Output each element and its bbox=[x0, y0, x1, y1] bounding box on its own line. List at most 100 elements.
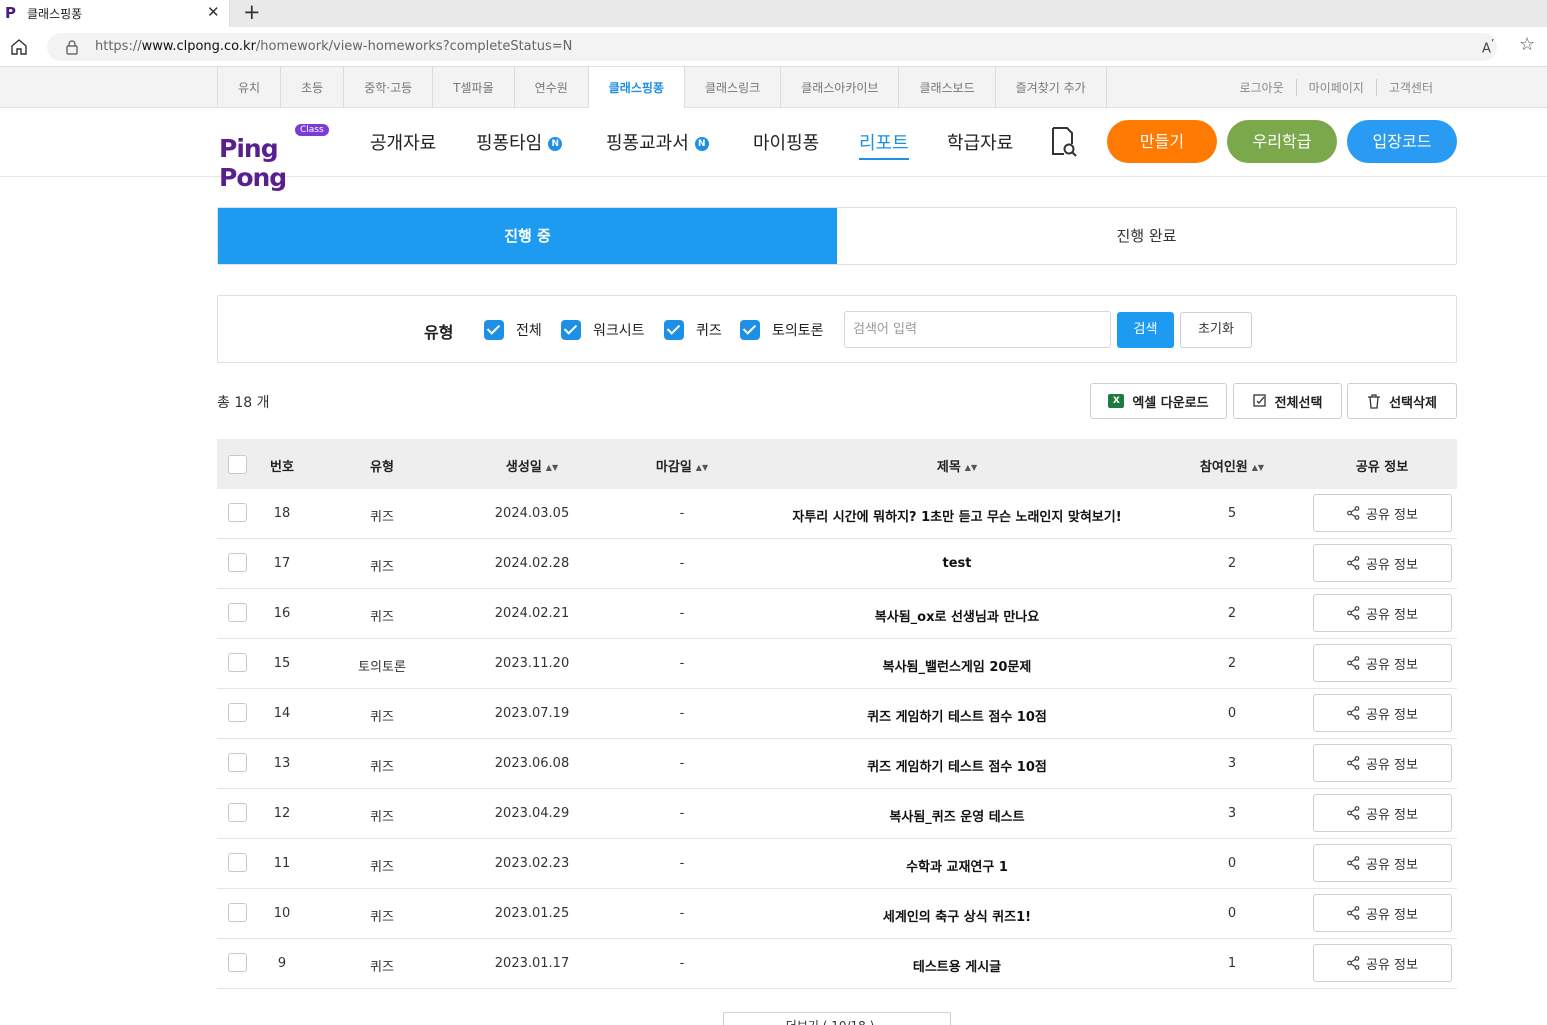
header-title: 제목 bbox=[936, 460, 961, 475]
header-deadline-sortable[interactable]: 마감일 ▲▼ bbox=[656, 456, 708, 475]
tab-ongoing[interactable]: 진행 중 bbox=[218, 208, 837, 264]
share-icon bbox=[1347, 706, 1360, 720]
nav-pingpong-time[interactable]: 핑퐁타임 N bbox=[476, 129, 563, 155]
entry-code-button[interactable]: 입장코드 bbox=[1347, 120, 1457, 163]
reset-button[interactable]: 초기화 bbox=[1180, 312, 1252, 348]
excel-download-button[interactable]: X 엑셀 다운로드 bbox=[1090, 383, 1227, 419]
site-logo[interactable]: Ping Pong Class bbox=[219, 122, 334, 192]
site-tab-classarchive[interactable]: 클래스아카이브 bbox=[780, 67, 898, 107]
search-button[interactable]: 검색 bbox=[1117, 312, 1174, 348]
load-more-button[interactable]: 더보기 ( 10/18 ) ⌄ bbox=[723, 1012, 951, 1025]
favorite-star-icon[interactable]: ☆ bbox=[1519, 34, 1535, 55]
cell-participants: 3 bbox=[1227, 756, 1237, 771]
share-info-button[interactable]: 공유 정보 bbox=[1313, 544, 1452, 582]
close-tab-icon[interactable]: ✕ bbox=[207, 3, 220, 21]
cell-no: 16 bbox=[273, 606, 291, 621]
cell-no: 18 bbox=[273, 506, 291, 521]
cell-title[interactable]: 수학과 교재연구 1 bbox=[906, 856, 1008, 875]
nav-public-materials[interactable]: 공개자료 bbox=[370, 129, 436, 155]
row-checkbox[interactable] bbox=[228, 503, 247, 522]
cell-participants: 0 bbox=[1227, 706, 1237, 721]
header-participants-sortable[interactable]: 참여인원 ▲▼ bbox=[1200, 456, 1264, 475]
checkbox-checked-icon bbox=[664, 320, 684, 340]
filter-debate-checkbox[interactable]: 토의토론 bbox=[740, 320, 824, 340]
share-info-button[interactable]: 공유 정보 bbox=[1313, 944, 1452, 982]
cell-title[interactable]: 복사됨_밸런스게임 20문제 bbox=[883, 656, 1032, 675]
filter-all-checkbox[interactable]: 전체 bbox=[484, 320, 542, 340]
cell-title[interactable]: 자투리 시간에 뭐하지? 1초만 듣고 무슨 노래인지 맞혀보기! bbox=[792, 506, 1121, 525]
share-icon bbox=[1347, 806, 1360, 820]
share-info-button[interactable]: 공유 정보 bbox=[1313, 744, 1452, 782]
cell-title[interactable]: 세계인의 축구 상식 퀴즈1! bbox=[883, 906, 1031, 925]
new-tab-icon[interactable]: + bbox=[243, 0, 261, 25]
read-aloud-icon[interactable]: Aʼ bbox=[1482, 37, 1494, 56]
nav-class-materials[interactable]: 학급자료 bbox=[947, 129, 1013, 155]
cell-deadline: - bbox=[679, 906, 685, 921]
share-info-button[interactable]: 공유 정보 bbox=[1313, 494, 1452, 532]
site-tab-add-bookmark[interactable]: 즐겨찾기 추가 bbox=[994, 67, 1107, 107]
header-title-sortable[interactable]: 제목 ▲▼ bbox=[937, 456, 977, 475]
filter-quiz-checkbox[interactable]: 퀴즈 bbox=[664, 320, 722, 340]
delete-selected-button[interactable]: 선택삭제 bbox=[1347, 383, 1457, 419]
cell-title[interactable]: 복사됨_퀴즈 운영 테스트 bbox=[889, 806, 1024, 825]
row-checkbox[interactable] bbox=[228, 753, 247, 772]
header-participants: 참여인원 bbox=[1199, 460, 1248, 475]
table-row: 18 퀴즈 2024.03.05 - 자투리 시간에 뭐하지? 1초만 듣고 무슨 노래… bbox=[217, 489, 1457, 539]
site-tab-middle-high[interactable]: 중학·고등 bbox=[343, 67, 432, 107]
search-input[interactable] bbox=[844, 311, 1111, 348]
site-tab-elementary[interactable]: 초등 bbox=[280, 67, 343, 107]
cell-title[interactable]: test bbox=[943, 556, 972, 571]
row-checkbox[interactable] bbox=[228, 803, 247, 822]
document-search-icon[interactable] bbox=[1050, 124, 1078, 158]
tab-completed[interactable]: 진행 완료 bbox=[837, 208, 1456, 264]
share-info-button[interactable]: 공유 정보 bbox=[1313, 594, 1452, 632]
home-icon[interactable] bbox=[9, 37, 29, 57]
cell-title[interactable]: 테스트용 게시글 bbox=[913, 956, 1001, 975]
cell-title[interactable]: 퀴즈 게임하기 테스트 점수 10점 bbox=[867, 756, 1047, 775]
share-info-button[interactable]: 공유 정보 bbox=[1313, 794, 1452, 832]
status-tabs: 진행 중 진행 완료 bbox=[217, 207, 1457, 265]
create-button[interactable]: 만들기 bbox=[1107, 120, 1217, 163]
select-all-checkbox[interactable] bbox=[228, 455, 247, 474]
row-checkbox[interactable] bbox=[228, 603, 247, 622]
row-checkbox[interactable] bbox=[228, 853, 247, 872]
row-checkbox[interactable] bbox=[228, 703, 247, 722]
table-row: 10 퀴즈 2023.01.25 - 세계인의 축구 상식 퀴즈1! 0 공유 정보 bbox=[217, 889, 1457, 939]
browser-tab[interactable]: P 클래스핑퐁 ✕ bbox=[0, 0, 230, 27]
support-link[interactable]: 고객센터 bbox=[1375, 79, 1445, 96]
my-class-button[interactable]: 우리학급 bbox=[1227, 120, 1337, 163]
cell-created: 2023.02.23 bbox=[494, 856, 570, 871]
nav-pingpong-textbook[interactable]: 핑퐁교과서 N bbox=[606, 129, 709, 155]
site-tab-kinder[interactable]: 유치 bbox=[217, 67, 280, 107]
logo-text: Ping Pong bbox=[219, 134, 287, 192]
filter-worksheet-checkbox[interactable]: 워크시트 bbox=[561, 320, 645, 340]
cell-created: 2023.07.19 bbox=[494, 706, 570, 721]
row-checkbox[interactable] bbox=[228, 903, 247, 922]
share-icon bbox=[1347, 756, 1360, 770]
share-info-button[interactable]: 공유 정보 bbox=[1313, 644, 1452, 682]
site-tab-classpingpong[interactable]: 클래스핑퐁 bbox=[587, 67, 684, 108]
share-info-button[interactable]: 공유 정보 bbox=[1313, 894, 1452, 932]
site-tab-classlink[interactable]: 클래스링크 bbox=[683, 67, 780, 107]
cell-deadline: - bbox=[679, 806, 685, 821]
cell-title[interactable]: 퀴즈 게임하기 테스트 점수 10점 bbox=[867, 706, 1047, 725]
share-info-button[interactable]: 공유 정보 bbox=[1313, 694, 1452, 732]
header-created-sortable[interactable]: 생성일 ▲▼ bbox=[506, 456, 558, 475]
row-checkbox[interactable] bbox=[228, 553, 247, 572]
nav-report[interactable]: 리포트 bbox=[859, 129, 909, 160]
mypage-link[interactable]: 마이페이지 bbox=[1295, 79, 1376, 96]
cell-title[interactable]: 복사됨_ox로 선생님과 만나요 bbox=[875, 606, 1039, 625]
url-field[interactable]: https://www.clpong.co.kr/homework/view-h… bbox=[47, 33, 1497, 61]
cell-created: 2024.02.28 bbox=[494, 556, 570, 571]
site-tab-tsellpa-mall[interactable]: T셀파몰 bbox=[432, 67, 513, 107]
cell-participants: 1 bbox=[1227, 956, 1237, 971]
site-tab-classboard[interactable]: 클래스보드 bbox=[898, 67, 994, 107]
site-tab-training[interactable]: 연수원 bbox=[513, 67, 588, 107]
select-all-button[interactable]: 전체선택 bbox=[1233, 383, 1342, 419]
row-checkbox[interactable] bbox=[228, 953, 247, 972]
lock-icon[interactable] bbox=[65, 39, 79, 55]
share-info-button[interactable]: 공유 정보 bbox=[1313, 844, 1452, 882]
row-checkbox[interactable] bbox=[228, 653, 247, 672]
nav-my-pingpong[interactable]: 마이핑퐁 bbox=[753, 129, 819, 155]
logout-link[interactable]: 로그아웃 bbox=[1227, 79, 1295, 96]
